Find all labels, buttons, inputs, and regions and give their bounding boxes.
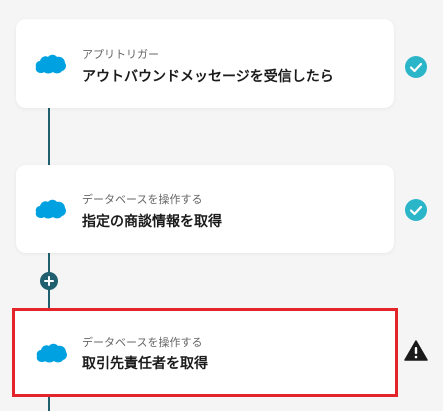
step-title: アウトバウンドメッセージを受信したら [82,69,334,85]
add-step-button[interactable] [40,272,58,290]
step-subtitle: データベースを操作する [82,336,203,349]
connector-line [48,108,50,165]
step-subtitle: データベースを操作する [82,193,203,206]
salesforce-icon [35,54,66,73]
salesforce-icon [36,343,67,362]
check-circle-icon [405,199,427,221]
warning-icon [404,340,428,361]
flow-step-card[interactable]: データベースを操作する 指定の商談情報を取得 [16,165,394,253]
step-title: 指定の商談情報を取得 [82,214,222,230]
step-subtitle: アプリトリガー [82,48,159,61]
plus-icon [44,276,54,286]
check-circle-icon [405,56,427,78]
step-title: 取引先責任者を取得 [82,356,208,372]
flow-step-card-highlighted[interactable]: データベースを操作する 取引先責任者を取得 [12,308,398,397]
flow-step-card[interactable]: アプリトリガー アウトバウンドメッセージを受信したら [16,19,394,108]
salesforce-icon [35,199,66,219]
connector-line [48,394,50,411]
